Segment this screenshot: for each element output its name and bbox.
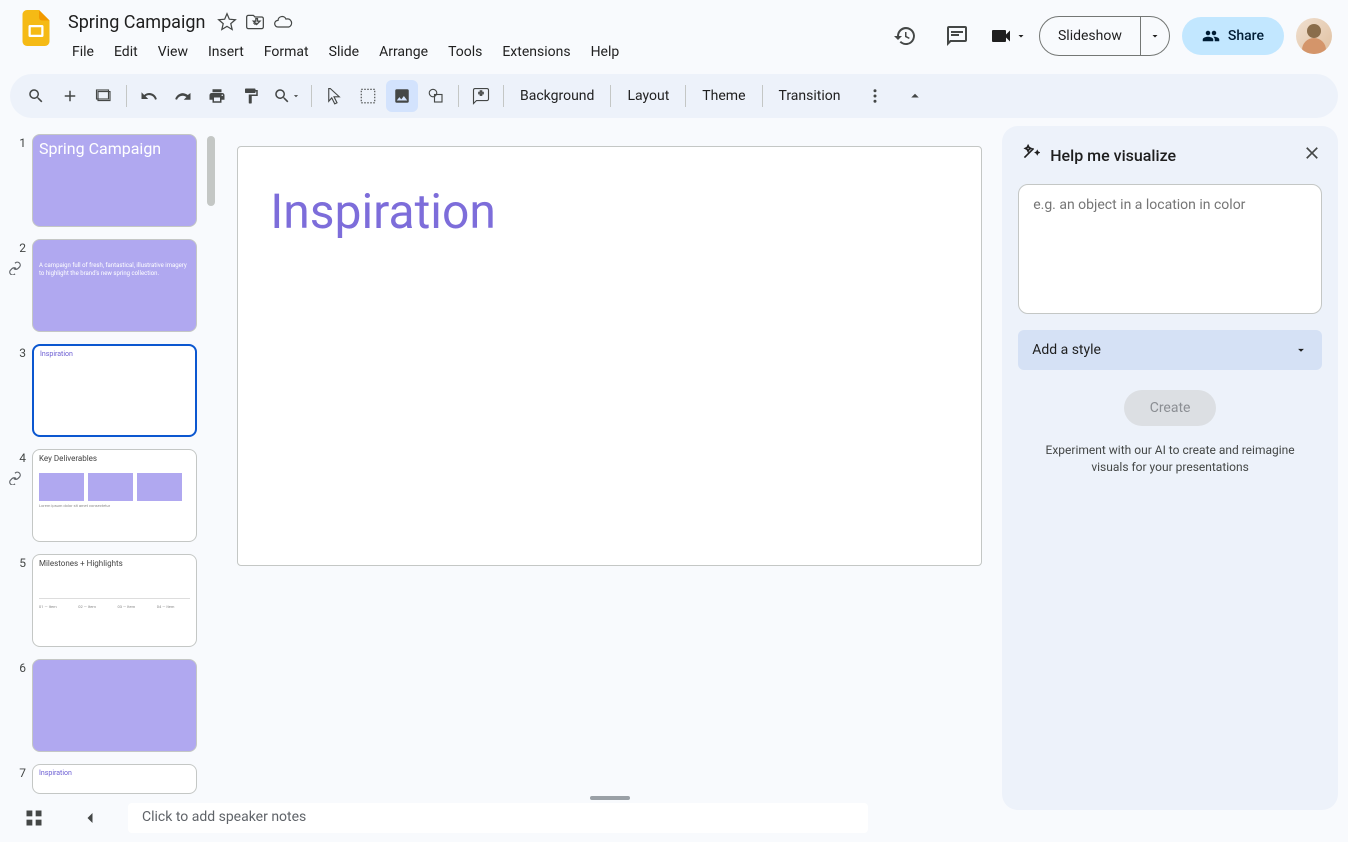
text-box-tool[interactable] [352,80,384,112]
slide-number: 5 [12,554,26,570]
transition-button[interactable]: Transition [769,84,851,108]
chevron-down-icon [1015,30,1027,42]
scrollbar[interactable] [207,136,215,206]
slide-panel[interactable]: 1 Spring Campaign 2 A campaign full of f… [0,126,217,820]
redo-button[interactable] [167,80,199,112]
document-title[interactable]: Spring Campaign [64,12,209,33]
slide-thumbnail-4[interactable]: Key Deliverables Lorem ipsum dolor sit a… [32,449,197,542]
share-button[interactable]: Share [1182,17,1284,55]
comments-icon[interactable] [937,16,977,56]
style-label: Add a style [1032,342,1101,358]
comment-tool[interactable] [465,80,497,112]
collapse-toolbar-button[interactable] [899,80,931,112]
slide-number: 7 [12,764,26,780]
create-button: Create [1124,390,1217,426]
add-style-dropdown[interactable]: Add a style [1018,330,1322,370]
magic-wand-icon [1018,142,1040,168]
slide-thumbnail-5[interactable]: Milestones + Highlights 01 — Item02 — It… [32,554,197,647]
previous-slide-button[interactable] [72,800,108,836]
slide-canvas[interactable]: Inspiration [237,146,982,566]
menu-format[interactable]: Format [256,40,317,64]
select-tool[interactable] [318,80,350,112]
menu-file[interactable]: File [64,40,102,64]
grid-view-button[interactable] [16,800,52,836]
slideshow-dropdown[interactable] [1140,17,1169,55]
search-button[interactable] [20,80,52,112]
menu-view[interactable]: View [150,40,196,64]
slide-number: 6 [12,659,26,675]
close-panel-button[interactable] [1302,143,1322,167]
theme-button[interactable]: Theme [692,84,755,108]
share-label: Share [1228,28,1264,44]
slide-thumbnail-3[interactable]: Inspiration [32,344,197,437]
new-slide-button[interactable] [54,80,86,112]
meet-button[interactable] [989,24,1027,48]
version-history-icon[interactable] [885,16,925,56]
slide-title[interactable]: Inspiration [270,183,496,240]
slideshow-button[interactable]: Slideshow [1040,17,1140,55]
slide-number: 3 [12,344,26,360]
menu-insert[interactable]: Insert [200,40,252,64]
bottom-bar: Click to add speaker notes [0,794,1348,842]
cloud-status-icon[interactable] [273,12,293,32]
slide-number: 4 [12,449,26,465]
slide-number: 2 [12,239,26,255]
toolbar: Background Layout Theme Transition [10,74,1338,118]
move-icon[interactable] [245,12,265,32]
layout-button[interactable]: Layout [617,84,679,108]
link-icon [8,471,22,488]
slide-thumbnail-1[interactable]: Spring Campaign [32,134,197,227]
account-avatar[interactable] [1296,18,1332,54]
link-icon [8,261,22,278]
menu-bar: File Edit View Insert Format Slide Arran… [64,36,877,68]
prompt-input[interactable] [1018,184,1322,314]
slide-thumbnail-7[interactable]: Inspiration [32,764,197,794]
shape-tool[interactable] [420,80,452,112]
more-tools-button[interactable] [859,80,891,112]
slide-number: 1 [12,134,26,150]
menu-slide[interactable]: Slide [321,40,367,64]
slide-thumbnail-2[interactable]: A campaign full of fresh, fantastical, i… [32,239,197,332]
slides-logo-icon [22,10,50,46]
panel-hint: Experiment with our AI to create and rei… [1018,442,1322,476]
menu-arrange[interactable]: Arrange [371,40,436,64]
paint-format-button[interactable] [235,80,267,112]
menu-help[interactable]: Help [583,40,628,64]
slide-thumbnail-6[interactable] [32,659,197,752]
people-icon [1202,27,1220,45]
menu-extensions[interactable]: Extensions [494,40,578,64]
chevron-down-icon [1294,343,1308,357]
menu-edit[interactable]: Edit [106,40,146,64]
image-tool[interactable] [386,80,418,112]
zoom-button[interactable] [269,80,305,112]
chevron-down-icon [1149,30,1161,42]
panel-title: Help me visualize [1050,146,1292,165]
star-icon[interactable] [217,12,237,32]
new-slide-dropdown[interactable] [88,80,120,112]
print-button[interactable] [201,80,233,112]
menu-tools[interactable]: Tools [440,40,490,64]
background-button[interactable]: Background [510,84,604,108]
help-me-visualize-panel: Help me visualize Add a style Create Exp… [1002,126,1338,810]
undo-button[interactable] [133,80,165,112]
app-logo[interactable] [16,8,56,48]
speaker-notes-input[interactable]: Click to add speaker notes [128,803,868,833]
